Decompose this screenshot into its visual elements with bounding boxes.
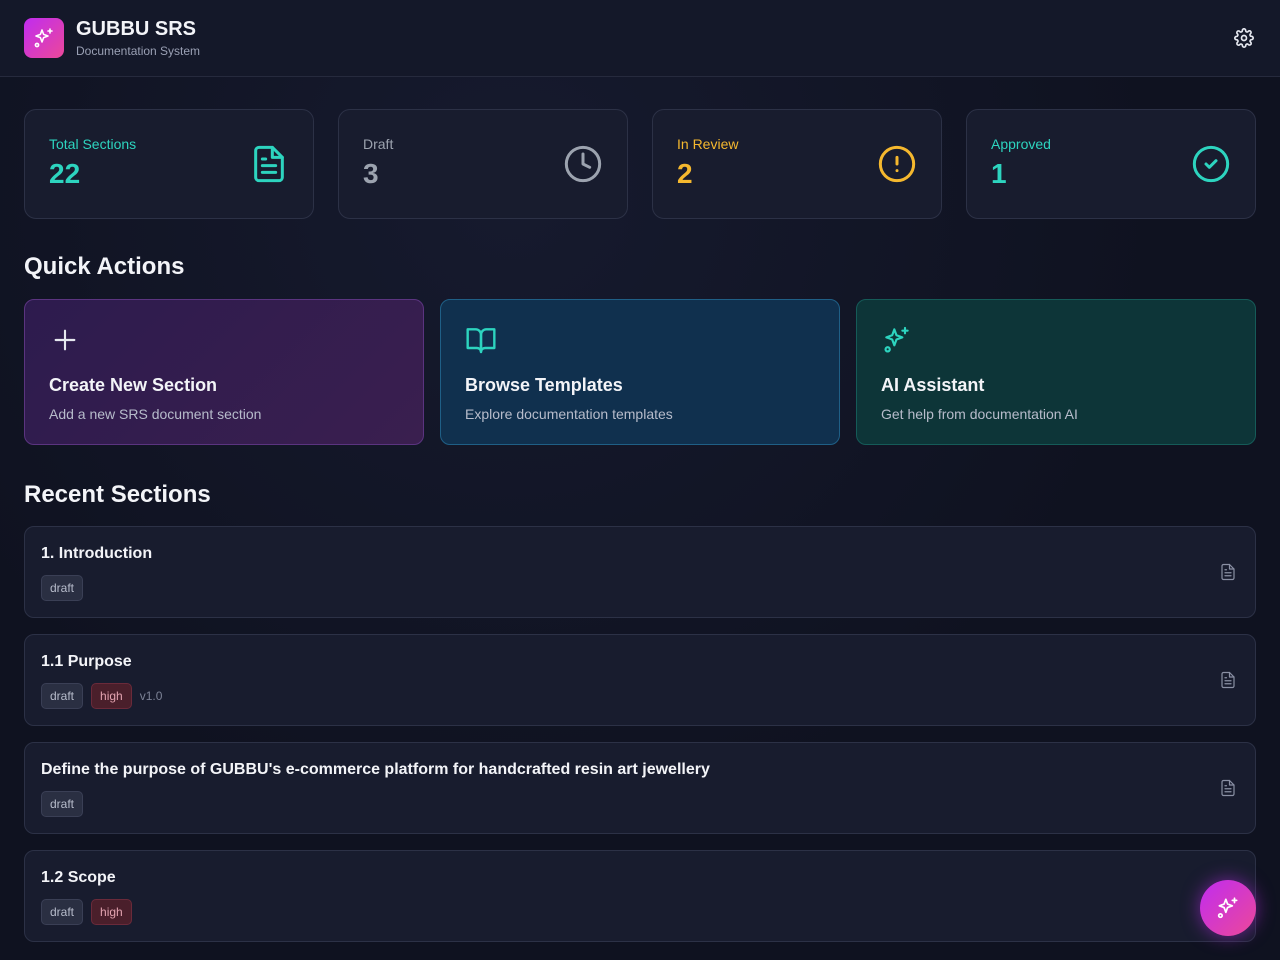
section-title: Define the purpose of GUBBU's e-commerce… (41, 761, 710, 778)
stat-draft: Draft 3 (338, 109, 628, 219)
app-title: GUBBU SRS (76, 18, 197, 40)
version-label: v1.0 (139, 689, 163, 703)
document-icon (1221, 671, 1235, 689)
document-icon (1221, 563, 1235, 581)
stat-total-sections: Total Sections 22 (24, 109, 314, 219)
action-description: Explore documentation templates (465, 406, 673, 422)
tag-row: draft (41, 575, 1239, 601)
list-item[interactable]: 1.2 Scope draft high (24, 850, 1256, 942)
settings-button[interactable] (1232, 26, 1256, 50)
quick-actions-heading: Quick Actions (24, 253, 185, 280)
check-circle-icon (1192, 145, 1230, 183)
sparkles-icon (34, 28, 53, 48)
action-title: AI Assistant (881, 375, 985, 395)
sparkles-icon (1217, 897, 1238, 919)
recent-sections-heading: Recent Sections (24, 481, 211, 508)
status-badge: draft (41, 575, 84, 601)
document-icon (254, 145, 284, 183)
quick-actions: Create New Section Add a new SRS documen… (0, 281, 1280, 445)
status-badge: draft (41, 791, 84, 817)
stat-approved: Approved 1 (966, 109, 1256, 219)
ai-assistant-card[interactable]: AI Assistant Get help from documentation… (856, 299, 1256, 445)
browse-templates-card[interactable]: Browse Templates Explore documentation t… (440, 299, 840, 445)
action-title: Create New Section (49, 375, 218, 395)
action-description: Add a new SRS document section (49, 406, 262, 422)
document-icon (1221, 779, 1235, 797)
tag-row: draft high (41, 899, 1239, 925)
recent-sections-list: 1. Introduction draft 1.1 Purpose draft … (0, 509, 1280, 942)
plus-icon (54, 329, 76, 351)
clock-icon (564, 145, 602, 183)
section-title: 1.2 Scope (41, 869, 116, 886)
action-description: Get help from documentation AI (881, 406, 1078, 422)
alert-circle-icon (878, 145, 916, 183)
section-title: 1.1 Purpose (41, 653, 132, 670)
list-item[interactable]: 1.1 Purpose draft high v1.0 (24, 634, 1256, 726)
app-logo (24, 18, 64, 58)
tag-row: draft high v1.0 (41, 683, 1239, 709)
book-open-icon (466, 328, 496, 354)
status-badge: draft (41, 683, 84, 709)
create-new-section-card[interactable]: Create New Section Add a new SRS documen… (24, 299, 424, 445)
app-subtitle: Documentation System (76, 44, 201, 58)
action-title: Browse Templates (465, 375, 623, 395)
gear-icon (1234, 28, 1254, 48)
sparkles-icon (884, 326, 909, 353)
tag-row: draft (41, 791, 1239, 817)
priority-badge: high (91, 683, 132, 709)
list-item[interactable]: Define the purpose of GUBBU's e-commerce… (24, 742, 1256, 834)
section-title: 1. Introduction (41, 545, 153, 562)
ai-assistant-fab[interactable] (1200, 880, 1256, 936)
app-header: GUBBU SRS Documentation System (0, 0, 1280, 77)
stat-in-review: In Review 2 (652, 109, 942, 219)
list-item[interactable]: 1. Introduction draft (24, 526, 1256, 618)
priority-badge: high (91, 899, 132, 925)
stats-row: Total Sections 22 Draft 3 In Review 2 Ap… (0, 77, 1280, 219)
status-badge: draft (41, 899, 84, 925)
brand: GUBBU SRS Documentation System (76, 18, 200, 58)
